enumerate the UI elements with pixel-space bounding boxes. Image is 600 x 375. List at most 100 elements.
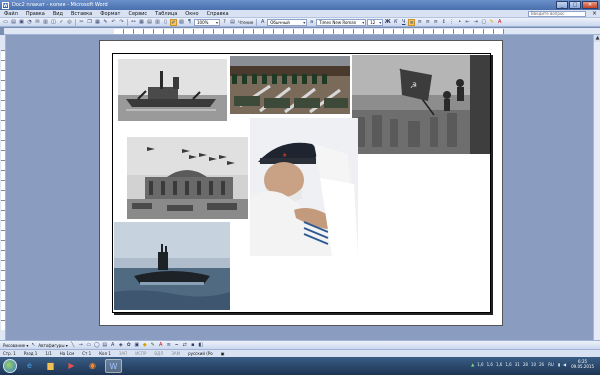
document-close-icon[interactable]: × [592, 10, 597, 17]
maximize-button[interactable]: □ [569, 1, 581, 9]
menu-window[interactable]: Окно [181, 11, 202, 17]
font-color-icon[interactable]: A [158, 342, 164, 348]
redo-icon[interactable]: ↷ [118, 19, 125, 26]
hyperlink-icon[interactable]: ⚯ [130, 19, 137, 26]
minimize-button[interactable]: _ [556, 1, 568, 9]
columns-icon[interactable]: ▯ [162, 19, 169, 26]
status-track[interactable]: ИСПР [135, 351, 146, 356]
print-icon[interactable]: ▥ [42, 19, 49, 26]
zoom-select[interactable]: 100% [194, 18, 220, 26]
vertical-scrollbar[interactable]: ▲ [593, 35, 600, 340]
parade-photo[interactable] [230, 56, 350, 114]
drawing-menu[interactable]: Рисование ▾ [3, 343, 28, 348]
permission-icon[interactable]: ◔ [26, 19, 33, 26]
oval-icon[interactable]: ◯ [94, 342, 100, 348]
align-right-icon[interactable]: ≡ [424, 19, 431, 26]
textbox-icon[interactable]: ▤ [102, 342, 108, 348]
copy-icon[interactable]: ❐ [86, 19, 93, 26]
horizontal-ruler[interactable] [4, 28, 600, 35]
cut-icon[interactable]: ✂ [78, 19, 85, 26]
bold-icon[interactable]: Ж [384, 19, 391, 26]
menu-insert[interactable]: Вставка [67, 11, 96, 17]
email-icon[interactable]: ✉ [34, 19, 41, 26]
ruins-aircraft-photo[interactable] [127, 137, 248, 219]
paste-icon[interactable]: ▦ [94, 19, 101, 26]
tray-indicator-icon[interactable]: ▲ [471, 362, 474, 367]
veteran-sailor-photo[interactable]: ★ [250, 118, 358, 256]
network-icon[interactable]: ▮ [558, 362, 560, 367]
help-icon[interactable]: ? [221, 19, 228, 26]
select-objects-icon[interactable]: ↖ [30, 342, 36, 348]
autoshapes-menu[interactable]: Автофигуры ▾ [38, 343, 67, 348]
firefox-icon[interactable]: ◉ [84, 359, 101, 373]
document-map-icon[interactable]: ▧ [178, 19, 185, 26]
spelling-icon[interactable]: ✓ [58, 19, 65, 26]
font-size-select[interactable]: 12 [367, 18, 384, 26]
line-spacing-icon[interactable]: ↕ [440, 19, 447, 26]
line-color-icon[interactable]: ✎ [150, 342, 156, 348]
styles-icon[interactable]: A [259, 19, 266, 26]
arrow-style-icon[interactable]: ⇄ [182, 342, 188, 348]
arrow-icon[interactable]: → [78, 342, 84, 348]
italic-icon[interactable]: К [392, 19, 399, 26]
menu-view[interactable]: Вид [49, 11, 67, 17]
shadow-icon[interactable]: ▪ [190, 342, 196, 348]
drawing-icon[interactable]: ✐ [170, 18, 177, 26]
style-select[interactable]: Обычный [267, 18, 308, 26]
menu-table[interactable]: Таблица [151, 11, 181, 17]
align-left-icon[interactable]: ≡ [408, 18, 416, 26]
line-icon[interactable]: ╲ [70, 342, 76, 348]
insert-table-icon[interactable]: ▤ [146, 19, 153, 26]
word-taskbar-icon[interactable]: W [105, 359, 122, 373]
decrease-indent-icon[interactable]: ⇤ [464, 19, 471, 26]
status-extend[interactable]: ВДЛ [154, 351, 163, 356]
status-overtype[interactable]: ЗАМ [171, 351, 180, 356]
picture-icon[interactable]: ▣ [134, 342, 140, 348]
status-rec[interactable]: ЗАП [119, 351, 127, 356]
internet-explorer-icon[interactable]: e [21, 359, 38, 373]
underline-icon[interactable]: Ч [400, 19, 407, 26]
spelling-status-icon[interactable]: ▣ [221, 351, 225, 356]
volume-icon[interactable]: ◀ [563, 362, 566, 367]
tables-borders-icon[interactable]: ▦ [138, 19, 145, 26]
justify-icon[interactable]: ≡ [432, 19, 439, 26]
diagram-icon[interactable]: ◈ [118, 342, 124, 348]
warship-photo[interactable] [118, 59, 227, 121]
read-icon[interactable]: ▤ [229, 19, 236, 26]
menu-tools[interactable]: Сервис [124, 11, 151, 17]
font-color-icon[interactable]: A [496, 19, 503, 26]
save-icon[interactable]: ▣ [18, 19, 25, 26]
highlight-icon[interactable]: ✎ [488, 19, 495, 26]
read-button[interactable]: Чтение [237, 20, 254, 25]
menu-file[interactable]: Файл [0, 11, 22, 17]
line-style-icon[interactable]: ≡ [166, 342, 172, 348]
font-select[interactable]: Times New Roman [316, 18, 367, 26]
research-icon[interactable]: ◎ [66, 19, 73, 26]
increase-indent-icon[interactable]: ⇥ [472, 19, 479, 26]
language-indicator[interactable]: RU [547, 361, 555, 367]
rectangle-icon[interactable]: ▭ [86, 342, 92, 348]
menu-format[interactable]: Формат [96, 11, 124, 17]
scroll-up-icon[interactable]: ▲ [594, 35, 600, 42]
clipart-icon[interactable]: ✿ [126, 342, 132, 348]
border-icon[interactable]: ▢ [480, 19, 487, 26]
dash-style-icon[interactable]: ┅ [174, 342, 180, 348]
open-folder-icon[interactable]: ▤ [10, 19, 17, 26]
media-player-icon[interactable]: ▶ [63, 359, 80, 373]
show-hide-icon[interactable]: ¶ [186, 19, 193, 26]
submarine-photo[interactable] [114, 222, 230, 310]
bullets-icon[interactable]: • [456, 19, 463, 26]
undo-icon[interactable]: ↶ [110, 19, 117, 26]
menu-edit[interactable]: Правка [22, 11, 49, 17]
close-button[interactable]: ✕ [582, 1, 598, 9]
victory-flag-photo[interactable]: ☭ [352, 55, 490, 154]
explorer-folder-icon[interactable]: ▆ [42, 359, 59, 373]
numbering-icon[interactable]: ⋮ [448, 19, 455, 26]
wordart-icon[interactable]: A [110, 342, 116, 348]
3d-icon[interactable]: ◧ [198, 342, 204, 348]
menu-help[interactable]: Справка [203, 11, 233, 17]
start-button[interactable] [3, 359, 17, 373]
insert-excel-icon[interactable]: ▥ [154, 19, 161, 26]
fill-color-icon[interactable]: ◆ [142, 342, 148, 348]
clock[interactable]: 6:25 09.05.2015 [571, 359, 594, 369]
